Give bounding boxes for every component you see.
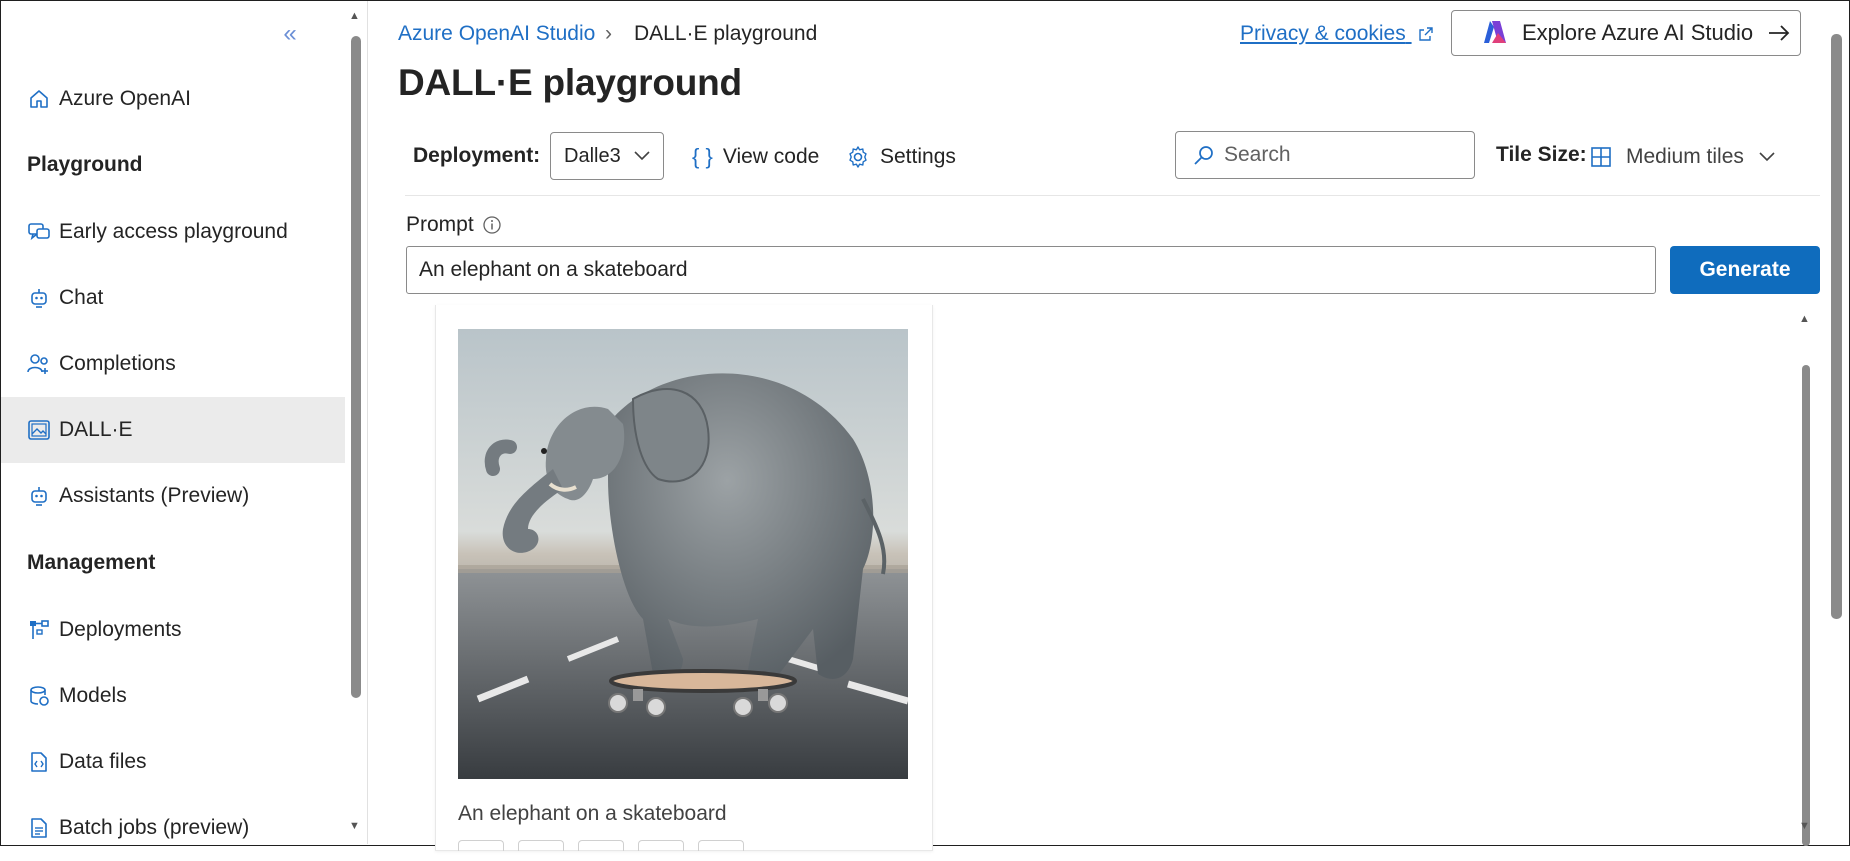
bot-icon: [27, 286, 51, 310]
document-list-icon: [27, 816, 51, 840]
sidebar-item-label: Completions: [59, 352, 176, 375]
sidebar-item-deployments[interactable]: Deployments: [1, 597, 345, 663]
deployment-select[interactable]: Dalle3: [550, 132, 664, 180]
tile-size-dropdown[interactable]: Medium tiles: [1590, 138, 1776, 176]
azure-ai-studio-logo-icon: [1480, 19, 1508, 47]
search-icon: [1192, 143, 1216, 167]
sidebar-divider: [367, 1, 368, 844]
grid-icon: [1590, 146, 1612, 168]
settings-label: Settings: [880, 145, 956, 168]
explore-button-label: Explore Azure AI Studio: [1522, 20, 1754, 45]
chevron-down-icon: [1758, 151, 1776, 163]
deployment-select-value: Dalle3: [564, 144, 621, 167]
settings-button[interactable]: Settings: [846, 140, 956, 174]
image-icon: [27, 418, 51, 442]
tile-size-value: Medium tiles: [1626, 145, 1744, 168]
prompt-label-text: Prompt: [406, 213, 474, 236]
prompt-label: Prompt: [406, 213, 502, 237]
code-braces-icon: { }: [692, 144, 713, 169]
image-caption: An elephant on a skateboard: [458, 802, 727, 825]
chevron-down-icon: [633, 150, 651, 162]
chevron-right-icon: ›: [605, 22, 612, 45]
page-title: DALL·E playground: [398, 62, 742, 103]
database-icon: [27, 684, 51, 708]
deployments-icon: [27, 618, 51, 642]
sidebar-item-models[interactable]: Models: [1, 663, 345, 729]
scroll-up-arrow-icon[interactable]: ▲: [1799, 313, 1810, 325]
scroll-up-arrow-icon[interactable]: ▲: [349, 10, 360, 22]
section-heading-management: Management: [27, 551, 156, 574]
deployment-label: Deployment:: [413, 144, 541, 167]
tile-size-label: Tile Size:: [1496, 143, 1587, 166]
view-code-button[interactable]: { } View code: [692, 140, 819, 174]
collapse-nav-icon[interactable]: «: [277, 21, 303, 47]
arrow-right-icon: [1767, 23, 1791, 43]
gear-icon: [846, 145, 870, 169]
sidebar-item-label: DALL·E: [59, 418, 133, 441]
generate-button[interactable]: Generate: [1670, 246, 1820, 294]
sidebar-item-label: Azure OpenAI: [59, 87, 191, 110]
sidebar-item-label: Data files: [59, 750, 147, 773]
sidebar: « Azure OpenAI Playground Early access p…: [1, 1, 345, 844]
sidebar-item-azure-openai[interactable]: Azure OpenAI: [1, 66, 345, 132]
document-code-icon: [27, 750, 51, 774]
sidebar-item-label: Models: [59, 684, 127, 707]
gallery-scrollbar-thumb[interactable]: [1802, 365, 1810, 846]
sidebar-item-label: Deployments: [59, 618, 182, 641]
sidebar-item-label: Early access playground: [59, 220, 288, 243]
sidebar-item-label: Assistants (Preview): [59, 484, 250, 507]
sidebar-item-dalle[interactable]: DALL·E: [1, 397, 345, 463]
sidebar-item-assistants[interactable]: Assistants (Preview): [1, 463, 345, 529]
privacy-link[interactable]: Privacy & cookies: [1240, 22, 1434, 48]
sidebar-item-completions[interactable]: Completions: [1, 331, 345, 397]
prompt-input[interactable]: An elephant on a skateboard: [406, 246, 1656, 294]
sidebar-item-label: Batch jobs (preview): [59, 816, 250, 839]
bot-icon: [27, 484, 51, 508]
search-placeholder: Search: [1224, 143, 1291, 166]
search-input[interactable]: Search: [1175, 131, 1475, 179]
sidebar-item-early-access-playground[interactable]: Early access playground: [1, 199, 345, 265]
section-heading-playground: Playground: [27, 153, 143, 176]
scroll-down-arrow-icon[interactable]: ▼: [1799, 820, 1810, 832]
explore-azure-ai-studio-button[interactable]: Explore Azure AI Studio: [1451, 10, 1801, 56]
scroll-down-arrow-icon[interactable]: ▼: [349, 820, 360, 832]
page-scrollbar-thumb[interactable]: [1831, 34, 1842, 619]
info-icon[interactable]: [482, 215, 502, 235]
sidebar-item-label: Chat: [59, 286, 104, 309]
people-icon: [27, 352, 51, 376]
sidebar-scrollbar-thumb[interactable]: [351, 36, 361, 698]
privacy-link-label: Privacy & cookies: [1240, 22, 1406, 45]
chat-multiple-icon: [27, 220, 51, 244]
sidebar-item-chat[interactable]: Chat: [1, 265, 345, 331]
breadcrumb-current: DALL·E playground: [634, 22, 818, 45]
sidebar-item-data-files[interactable]: Data files: [1, 729, 345, 795]
breadcrumb-azure-openai-studio[interactable]: Azure OpenAI Studio: [398, 22, 595, 46]
view-code-label: View code: [722, 145, 820, 168]
open-external-icon: [1418, 24, 1434, 48]
toolbar-divider: [405, 195, 1820, 196]
home-icon: [27, 87, 51, 111]
generated-image[interactable]: [458, 329, 908, 779]
sidebar-item-batch-jobs[interactable]: Batch jobs (preview): [1, 795, 345, 861]
